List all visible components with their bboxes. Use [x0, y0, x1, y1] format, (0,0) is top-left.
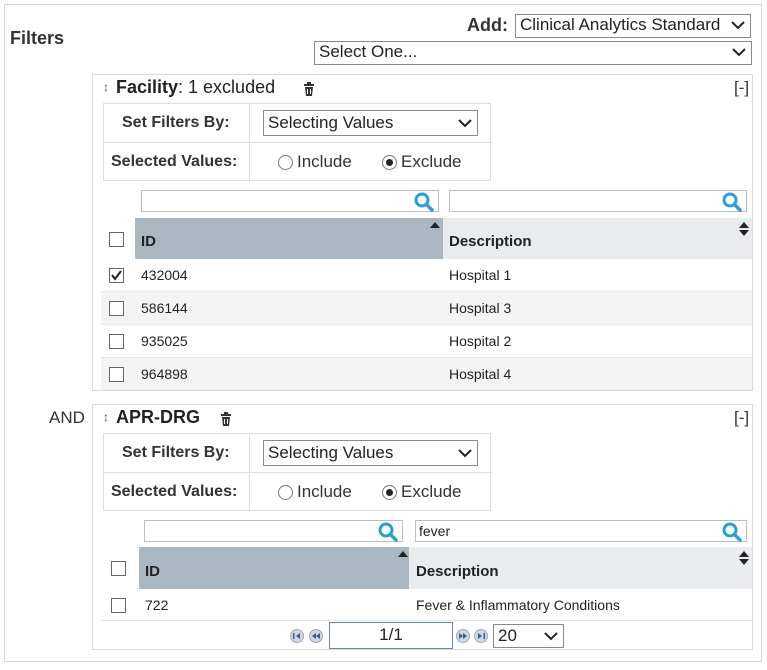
add-filter-select[interactable]: Clinical Analytics Standard	[515, 14, 751, 38]
page-number-input[interactable]: 1/1	[329, 622, 453, 649]
chevron-down-icon	[458, 449, 472, 458]
row-checkbox[interactable]	[109, 334, 124, 349]
row-id: 935025	[141, 333, 188, 349]
radio-unchecked-icon	[278, 154, 293, 170]
filters-heading: Filters	[10, 28, 65, 48]
search-icon[interactable]	[378, 522, 398, 542]
sort-icon[interactable]	[739, 222, 749, 236]
row-id: 722	[145, 597, 169, 613]
check-icon	[111, 270, 122, 281]
sort-asc-icon[interactable]	[430, 222, 440, 228]
page-size-select[interactable]: 20	[493, 624, 564, 648]
row-description: Hospital 1	[449, 267, 512, 283]
exclude-label: Exclude	[401, 152, 462, 171]
facility-id-search[interactable]	[141, 190, 439, 212]
row-checkbox-checked[interactable]	[109, 268, 124, 283]
row-description: Hospital 3	[449, 300, 512, 316]
description-column-label[interactable]: Description	[416, 563, 499, 580]
select-all-checkbox[interactable]	[111, 561, 126, 576]
exclude-label: Exclude	[401, 482, 462, 501]
row-id: 964898	[141, 366, 188, 382]
search-icon[interactable]	[722, 192, 742, 212]
sort-icon[interactable]	[739, 551, 749, 565]
chevron-down-icon	[458, 119, 472, 128]
trash-icon[interactable]	[303, 82, 315, 96]
trash-icon[interactable]	[220, 412, 232, 426]
chevron-down-icon	[544, 632, 558, 641]
table-row[interactable]: 964898 Hospital 4	[101, 358, 752, 390]
aprdrg-exclude-radio[interactable]: Exclude	[382, 482, 461, 502]
chevron-down-icon	[731, 21, 745, 30]
next-page-icon	[459, 633, 467, 639]
drag-handle-icon[interactable]: ↕	[103, 410, 109, 424]
first-page-icon	[293, 633, 300, 639]
add-label: Add:	[467, 15, 508, 35]
facility-title: Facility	[116, 77, 179, 97]
aprdrg-filter-card: ↕ APR-DRG [-] Set Filters By: Selecting …	[92, 404, 753, 650]
select-one-dropdown[interactable]: Select One...	[314, 41, 752, 65]
last-page-icon	[478, 633, 485, 639]
search-icon[interactable]	[722, 522, 742, 542]
row-id: 586144	[141, 300, 188, 316]
select-one-value: Select One...	[319, 42, 418, 61]
aprdrg-collapse-button[interactable]: [-]	[734, 408, 749, 428]
last-page-button[interactable]	[474, 629, 488, 643]
chevron-down-icon	[732, 48, 746, 57]
row-description: Hospital 4	[449, 366, 512, 382]
aprdrg-include-radio[interactable]: Include	[278, 482, 352, 502]
id-column-label: ID	[141, 233, 156, 250]
facility-header: Facility: 1 excluded	[116, 77, 275, 98]
aprdrg-title: APR-DRG	[116, 407, 200, 427]
table-row[interactable]: 586144 Hospital 3	[101, 292, 752, 325]
row-description: Fever & Inflammatory Conditions	[416, 597, 620, 613]
facility-settings-table: Set Filters By: Selecting Values Selecte…	[103, 103, 492, 182]
selected-values-label: Selected Values:	[111, 483, 238, 500]
row-checkbox[interactable]	[111, 598, 126, 613]
table-row[interactable]: 722 Fever & Inflammatory Conditions	[101, 589, 752, 621]
radio-checked-icon	[382, 484, 397, 500]
previous-page-button[interactable]	[309, 629, 323, 643]
facility-include-radio[interactable]: Include	[278, 152, 352, 172]
facility-description-search[interactable]	[449, 190, 747, 212]
radio-checked-icon	[382, 154, 397, 170]
aprdrg-description-search[interactable]: fever	[415, 520, 747, 542]
aprdrg-set-filters-select[interactable]: Selecting Values	[263, 440, 478, 466]
aprdrg-set-filters-value: Selecting Values	[268, 443, 394, 462]
and-operator-label: AND	[49, 408, 85, 427]
selected-values-label: Selected Values:	[111, 153, 238, 170]
page-size-value: 20	[498, 626, 517, 645]
facility-collapse-button[interactable]: [-]	[734, 78, 749, 98]
aprdrg-id-search[interactable]	[144, 520, 403, 542]
add-filter-value: Clinical Analytics Standard	[520, 15, 721, 34]
facility-set-filters-value: Selecting Values	[268, 113, 394, 132]
table-row[interactable]: 432004 Hospital 1	[101, 259, 752, 292]
facility-id-column-header[interactable]	[135, 218, 443, 259]
previous-page-icon	[312, 633, 320, 639]
search-icon[interactable]	[414, 192, 434, 212]
include-label: Include	[297, 152, 352, 171]
facility-excluded-count: : 1 excluded	[178, 77, 276, 97]
aprdrg-settings-table: Set Filters By: Selecting Values Selecte…	[103, 433, 492, 512]
facility-filter-card: ↕ Facility: 1 excluded [-] Set Filters B…	[92, 74, 753, 391]
row-checkbox[interactable]	[109, 301, 124, 316]
select-all-checkbox[interactable]	[109, 232, 124, 247]
first-page-button[interactable]	[290, 629, 304, 643]
facility-set-filters-select[interactable]: Selecting Values	[263, 110, 478, 136]
id-column-label: ID	[145, 563, 160, 580]
set-filters-by-label: Set Filters By:	[122, 444, 230, 461]
radio-unchecked-icon	[278, 484, 293, 500]
row-id: 432004	[141, 267, 188, 283]
row-description: Hospital 2	[449, 333, 512, 349]
aprdrg-description-search-value: fever	[419, 523, 451, 539]
set-filters-by-label: Set Filters By:	[122, 114, 230, 131]
table-row[interactable]: 935025 Hospital 2	[101, 325, 752, 358]
description-column-label[interactable]: Description	[449, 233, 532, 250]
sort-asc-icon[interactable]	[398, 551, 408, 557]
next-page-button[interactable]	[456, 629, 470, 643]
aprdrg-id-column-header[interactable]	[139, 547, 409, 589]
facility-exclude-radio[interactable]: Exclude	[382, 152, 461, 172]
drag-handle-icon[interactable]: ↕	[103, 80, 109, 94]
include-label: Include	[297, 482, 352, 501]
row-checkbox[interactable]	[109, 367, 124, 382]
